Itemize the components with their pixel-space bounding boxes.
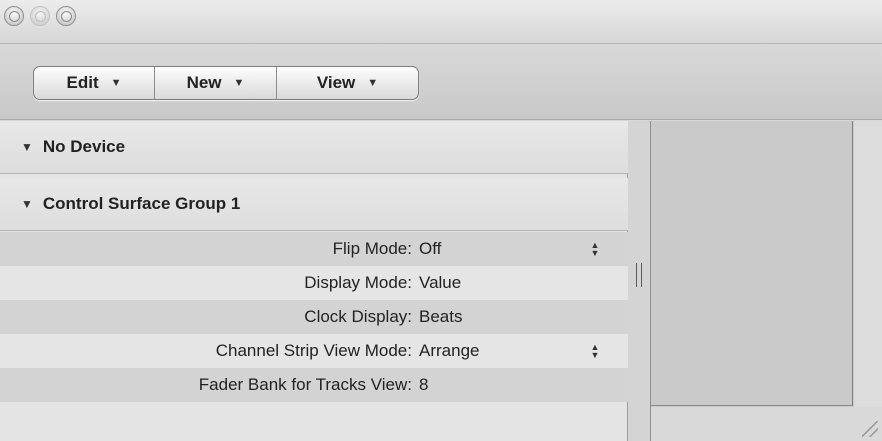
- close-window-button[interactable]: [4, 6, 24, 26]
- group-header-no-device[interactable]: ▼ No Device: [0, 121, 628, 174]
- new-menu-label: New: [186, 73, 222, 92]
- popup-arrow-icon: ▼: [110, 77, 122, 89]
- parameter-row-flip-mode[interactable]: Flip Mode: Off ▲ ▼: [0, 232, 628, 266]
- group-header-control-surface-group[interactable]: ▼ Control Surface Group 1: [0, 178, 628, 231]
- view-menu-button[interactable]: View ▼: [277, 67, 418, 99]
- disclosure-triangle-icon[interactable]: ▼: [21, 140, 33, 154]
- toolbar: Edit ▼ New ▼ View ▼: [0, 44, 882, 120]
- minimize-window-button[interactable]: [30, 6, 50, 26]
- parameter-value[interactable]: Off: [419, 239, 441, 259]
- parameter-row-channel-strip-view-mode[interactable]: Channel Strip View Mode: Arrange ▲ ▼: [0, 334, 628, 368]
- pane-splitter[interactable]: [628, 121, 650, 441]
- group-header-label: No Device: [42, 137, 126, 156]
- window-titlebar: [0, 0, 882, 44]
- horizontal-scrollbar-area[interactable]: [651, 407, 882, 441]
- surface-layout-area[interactable]: [651, 121, 853, 406]
- edit-menu-label: Edit: [66, 73, 99, 92]
- group-header-label: Control Surface Group 1: [42, 194, 241, 213]
- disclosure-triangle-icon[interactable]: ▼: [21, 197, 33, 211]
- parameter-label: Flip Mode:: [332, 239, 412, 258]
- parameter-value[interactable]: Arrange: [419, 341, 479, 361]
- up-down-stepper-icon[interactable]: ▲ ▼: [590, 343, 600, 360]
- parameter-row-clock-display[interactable]: Clock Display: Beats: [0, 300, 628, 334]
- parameter-label: Display Mode:: [304, 273, 412, 292]
- edit-menu-button[interactable]: Edit ▼: [34, 67, 155, 99]
- parameter-label: Channel Strip View Mode:: [215, 341, 412, 360]
- parameter-label: Clock Display:: [304, 307, 412, 326]
- parameter-value[interactable]: 8: [419, 375, 428, 395]
- up-down-stepper-icon[interactable]: ▲ ▼: [590, 241, 600, 258]
- inspector-pane: ▼ No Device ▼ Control Surface Group 1 Fl…: [0, 121, 628, 441]
- zoom-window-button[interactable]: [56, 6, 76, 26]
- menu-segmented-control: Edit ▼ New ▼ View ▼: [33, 66, 419, 100]
- new-menu-button[interactable]: New ▼: [155, 67, 277, 99]
- resize-grip-icon[interactable]: [862, 421, 878, 437]
- popup-arrow-icon: ▼: [233, 77, 245, 89]
- view-menu-label: View: [316, 73, 356, 92]
- popup-arrow-icon: ▼: [367, 77, 379, 89]
- surface-layout-pane: [650, 121, 882, 441]
- parameter-label: Fader Bank for Tracks View:: [198, 375, 412, 394]
- parameter-row-fader-bank[interactable]: Fader Bank for Tracks View: 8: [0, 368, 628, 402]
- parameter-row-display-mode[interactable]: Display Mode: Value: [0, 266, 628, 300]
- vertical-scrollbar-area[interactable]: [854, 121, 882, 441]
- splitter-grip-icon[interactable]: [636, 263, 642, 287]
- parameter-value[interactable]: Value: [419, 273, 461, 293]
- parameter-value[interactable]: Beats: [419, 307, 462, 327]
